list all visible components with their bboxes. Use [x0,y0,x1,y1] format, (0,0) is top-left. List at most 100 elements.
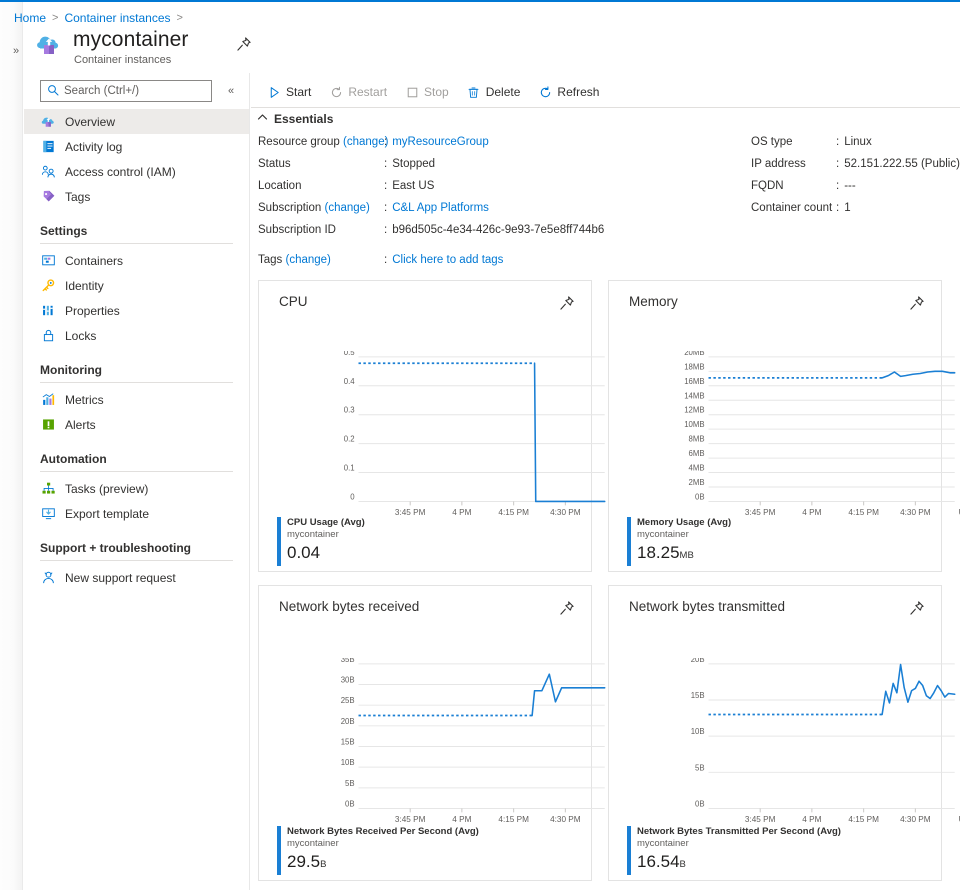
sidebar-item-label: Identity [65,278,104,293]
essentials-row-os-type: OS type : Linux [751,131,960,153]
chart-svg: 0B 2MB 4MB 6MB 8MB 10MB 12MB 14MB 16MB 18MB 20MB 3… [684,348,960,517]
essentials-row-tags: Tags (change) : Click here to add tags [258,249,638,271]
essentials-value-text: 1 [844,202,851,214]
chart-legend: CPU Usage (Avg) mycontainer 0.04 [277,517,365,566]
sidebar-item-label: Properties [65,303,120,318]
properties-icon [40,303,56,319]
chart-series-line [708,370,956,379]
sidebar-item-label: Activity log [65,139,123,154]
sidebar-item-label: Overview [65,114,116,129]
essentials-value-text[interactable]: Click here to add tags [392,254,503,266]
svg-text:35B: 35B [341,658,355,664]
sidebar-item-properties[interactable]: Properties [24,298,249,323]
legend-value-number: 0.04 [287,543,321,562]
sidebar-item-new-support-request[interactable]: New support request [24,565,249,590]
change-link[interactable]: (change) [325,202,370,214]
breadcrumb-item-container-instances[interactable]: Container instances [64,11,170,25]
svg-text:4:15 PM: 4:15 PM [848,508,879,517]
legend-value: 18.25MB [637,542,731,566]
svg-text:0.2: 0.2 [344,435,355,444]
restart-button: Restart [321,79,395,105]
trash-icon [467,85,481,99]
container-instance-icon [36,31,64,59]
start-button[interactable]: Start [259,79,319,105]
chart-gridlines [358,356,605,502]
activity-log-icon [40,139,56,155]
lock-icon [40,328,56,344]
sidebar-item-metrics[interactable]: Metrics [24,387,249,412]
essentials-value-text[interactable]: C&L App Platforms [392,202,489,214]
overview-icon [40,114,56,130]
svg-text:0.5: 0.5 [344,351,356,357]
essentials-value-text[interactable]: myResourceGroup [392,136,489,148]
svg-text:3:45 PM: 3:45 PM [745,815,776,824]
sidebar-item-tasks-preview[interactable]: Tasks (preview) [24,476,249,501]
sidebar-item-identity[interactable]: Identity [24,273,249,298]
legend-value-number: 18.25 [637,543,680,562]
refresh-button[interactable]: Refresh [530,79,607,105]
essentials-value: :1 [836,202,851,214]
sidebar-item-label: New support request [65,570,176,585]
sidebar-group-divider [40,560,233,561]
sidebar-item-overview[interactable]: Overview [24,109,249,134]
pin-icon[interactable] [236,36,252,52]
svg-text:12MB: 12MB [684,406,704,415]
essentials-value-text: East US [392,180,435,192]
rail-expand-icon[interactable]: » [9,44,23,58]
essentials-left-column: Resource group (change) : myResourceGroup… [258,131,638,271]
page-title: mycontainer [73,28,189,51]
sidebar-item-export-template[interactable]: Export template [24,501,249,526]
breadcrumb: Home > Container instances > [14,9,183,27]
essentials-value-text: b96d505c-4e34-426c-9e93-7e5e8ff744b6 [392,224,605,236]
change-link[interactable]: (change) [343,136,388,148]
essentials-key: Location [258,180,302,192]
essentials-value: : C&L App Platforms [384,202,489,214]
change-link[interactable]: (change) [286,254,331,266]
azure-portal-page: » Home > Container instances > mycontain… [0,0,960,890]
essentials-key: Container count [751,202,833,214]
sidebar-collapse-icon[interactable]: « [223,83,239,99]
pin-icon[interactable] [909,295,925,311]
essentials-header[interactable]: Essentials [257,112,333,126]
sidebar-item-access-control-iam[interactable]: Access control (IAM) [24,159,249,184]
svg-text:30B: 30B [341,676,355,685]
sidebar-item-tags[interactable]: Tags [24,184,249,209]
essentials-value: : Linux [836,136,872,148]
sidebar-item-locks[interactable]: Locks [24,323,249,348]
play-icon [267,85,281,99]
svg-text:20MB: 20MB [684,351,704,357]
sidebar-item-label: Locks [65,328,97,343]
command-toolbar: Start Restart Stop Delete Refresh [251,78,960,106]
sidebar-item-alerts[interactable]: Alerts [24,412,249,437]
chart-card: Network bytes received 0B 5B 10B 15B 20B 25B 3… [258,585,649,881]
tasks-icon [40,481,56,497]
restart-button-label: Restart [348,85,388,99]
pin-icon[interactable] [909,600,925,616]
chart-title: Network bytes transmitted [629,599,786,614]
export-template-icon [40,506,56,522]
delete-button-label: Delete [485,85,521,99]
pin-icon[interactable] [559,295,575,311]
svg-text:0: 0 [350,493,355,502]
svg-text:4 PM: 4 PM [452,815,471,824]
legend-resource-name: mycontainer [637,529,689,540]
svg-text:8MB: 8MB [689,435,705,444]
legend-metric-name: Network Bytes Transmitted Per Second (Av… [637,826,841,837]
delete-button[interactable]: Delete [459,79,529,105]
search-input[interactable]: Search (Ctrl+/) [40,80,212,102]
sidebar-item-activity-log[interactable]: Activity log [24,134,249,159]
access-control-icon [40,164,56,180]
svg-text:2MB: 2MB [689,478,705,487]
breadcrumb-item-home[interactable]: Home [14,11,46,25]
pin-icon[interactable] [559,600,575,616]
sidebar-item-containers[interactable]: Containers [24,248,249,273]
legend-value: 0.04 [287,542,365,566]
search-icon [47,84,59,99]
sidebar-group-title: Monitoring [40,363,102,377]
svg-text:4:30 PM: 4:30 PM [900,815,931,824]
tags-icon [40,189,56,205]
chart-card: CPU 0 0.1 0.2 0.3 0.4 0.5 3:45 PM 4 PM 4:15 PM 4… [258,280,649,572]
chart-gridlines [358,663,605,809]
essentials-row-location: Location : East US [258,175,638,197]
sidebar-nav: Overview Activity log Access control (IA… [24,109,249,590]
